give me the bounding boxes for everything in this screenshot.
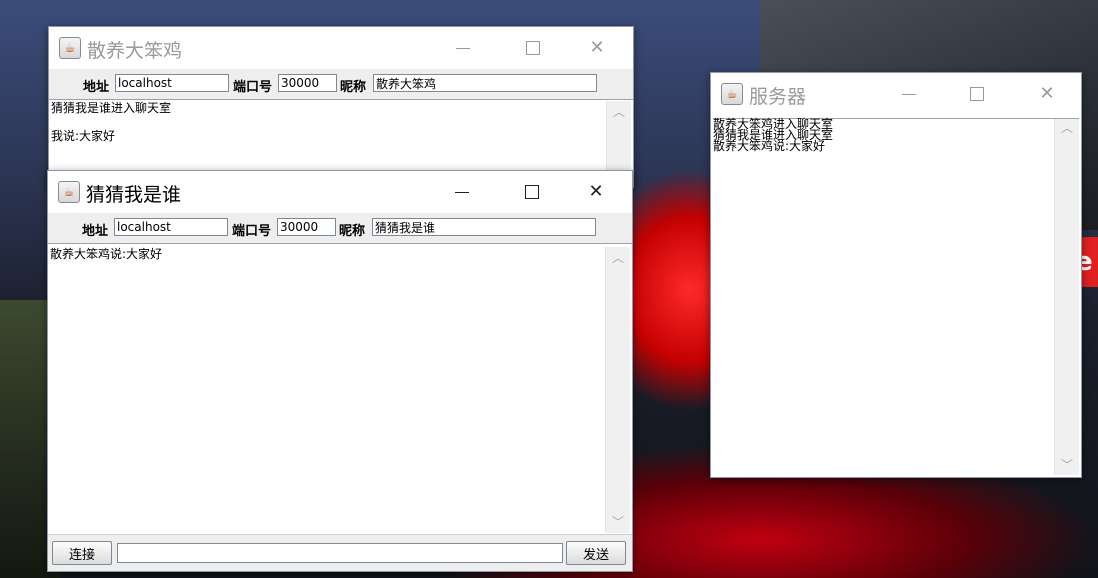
address-label: 地址 <box>83 80 110 95</box>
nickname-label: 昵称 <box>339 224 366 239</box>
window-title: 散养大笨鸡 <box>87 40 183 62</box>
maximize-icon[interactable] <box>947 73 1007 115</box>
nickname-label: 昵称 <box>340 80 367 95</box>
chat-line: 散养大笨鸡说:大家好 <box>50 247 163 261</box>
scroll-up-icon[interactable]: ︿ <box>607 105 631 119</box>
nickname-input[interactable] <box>372 218 596 236</box>
nickname-input[interactable] <box>373 74 597 92</box>
java-cup-icon: ☕ <box>721 83 743 105</box>
chat-line <box>51 115 631 129</box>
send-button[interactable]: 发送 <box>566 541 626 565</box>
scroll-down-icon[interactable]: ﹀ <box>1055 459 1079 471</box>
title-bar[interactable]: ☕ 猜猜我是谁 ✕ <box>48 171 632 213</box>
scroll-down-icon[interactable]: ﹀ <box>606 515 630 529</box>
java-cup-icon: ☕ <box>58 181 80 203</box>
window-title: 服务器 <box>749 86 807 108</box>
address-input[interactable] <box>114 218 228 236</box>
address-label: 地址 <box>82 224 109 239</box>
port-label: 端口号 <box>233 80 273 95</box>
log-line: 散养大笨鸡说:大家好 <box>713 139 826 153</box>
vertical-scrollbar[interactable]: ︿ ﹀ <box>1054 119 1079 475</box>
client-window-2: ☕ 猜猜我是谁 ✕ 地址 端口号 昵称 散养大笨鸡说:大家好 ︿ ﹀ 连接 发送 <box>47 170 633 572</box>
title-bar[interactable]: ☕ 服务器 ✕ <box>711 73 1081 115</box>
vertical-scrollbar[interactable]: ︿ ﹀ <box>605 247 630 533</box>
port-input[interactable] <box>277 218 336 236</box>
message-bar: 连接 发送 <box>48 534 632 571</box>
minimize-icon[interactable] <box>433 27 493 69</box>
minimize-icon[interactable] <box>432 171 492 213</box>
message-input[interactable] <box>117 543 563 563</box>
window-title: 猜猜我是谁 <box>86 184 182 206</box>
connect-button[interactable]: 连接 <box>52 541 112 565</box>
connection-bar: 地址 端口号 昵称 <box>49 69 633 100</box>
connection-bar: 地址 端口号 昵称 <box>48 213 632 244</box>
chat-line: 猜猜我是谁进入聊天室 <box>51 101 172 115</box>
scroll-up-icon[interactable]: ︿ <box>1055 122 1079 134</box>
chat-line: 我说:大家好 <box>51 129 116 143</box>
title-bar[interactable]: ☕ 散养大笨鸡 ✕ <box>49 27 633 69</box>
chat-area[interactable]: 散养大笨鸡说:大家好 ︿ ﹀ <box>50 247 630 533</box>
java-cup-icon: ☕ <box>59 37 81 59</box>
port-input[interactable] <box>278 74 337 92</box>
close-icon[interactable]: ✕ <box>1017 73 1077 115</box>
address-input[interactable] <box>115 74 229 92</box>
close-icon[interactable]: ✕ <box>566 171 626 213</box>
server-log-area[interactable]: 散养大笨鸡进入聊天室 猜猜我是谁进入聊天室 散养大笨鸡说:大家好 ︿ ﹀ <box>713 118 1079 475</box>
close-icon[interactable]: ✕ <box>567 27 627 69</box>
minimize-icon[interactable] <box>879 73 939 115</box>
maximize-icon[interactable] <box>503 27 563 69</box>
port-label: 端口号 <box>232 224 272 239</box>
maximize-icon[interactable] <box>502 171 562 213</box>
scroll-up-icon[interactable]: ︿ <box>606 251 630 265</box>
client-window-1: ☕ 散养大笨鸡 ✕ 地址 端口号 昵称 猜猜我是谁进入聊天室 我说:大家好 ︿ <box>48 26 634 188</box>
server-window: ☕ 服务器 ✕ 散养大笨鸡进入聊天室 猜猜我是谁进入聊天室 散养大笨鸡说:大家好… <box>710 72 1082 478</box>
